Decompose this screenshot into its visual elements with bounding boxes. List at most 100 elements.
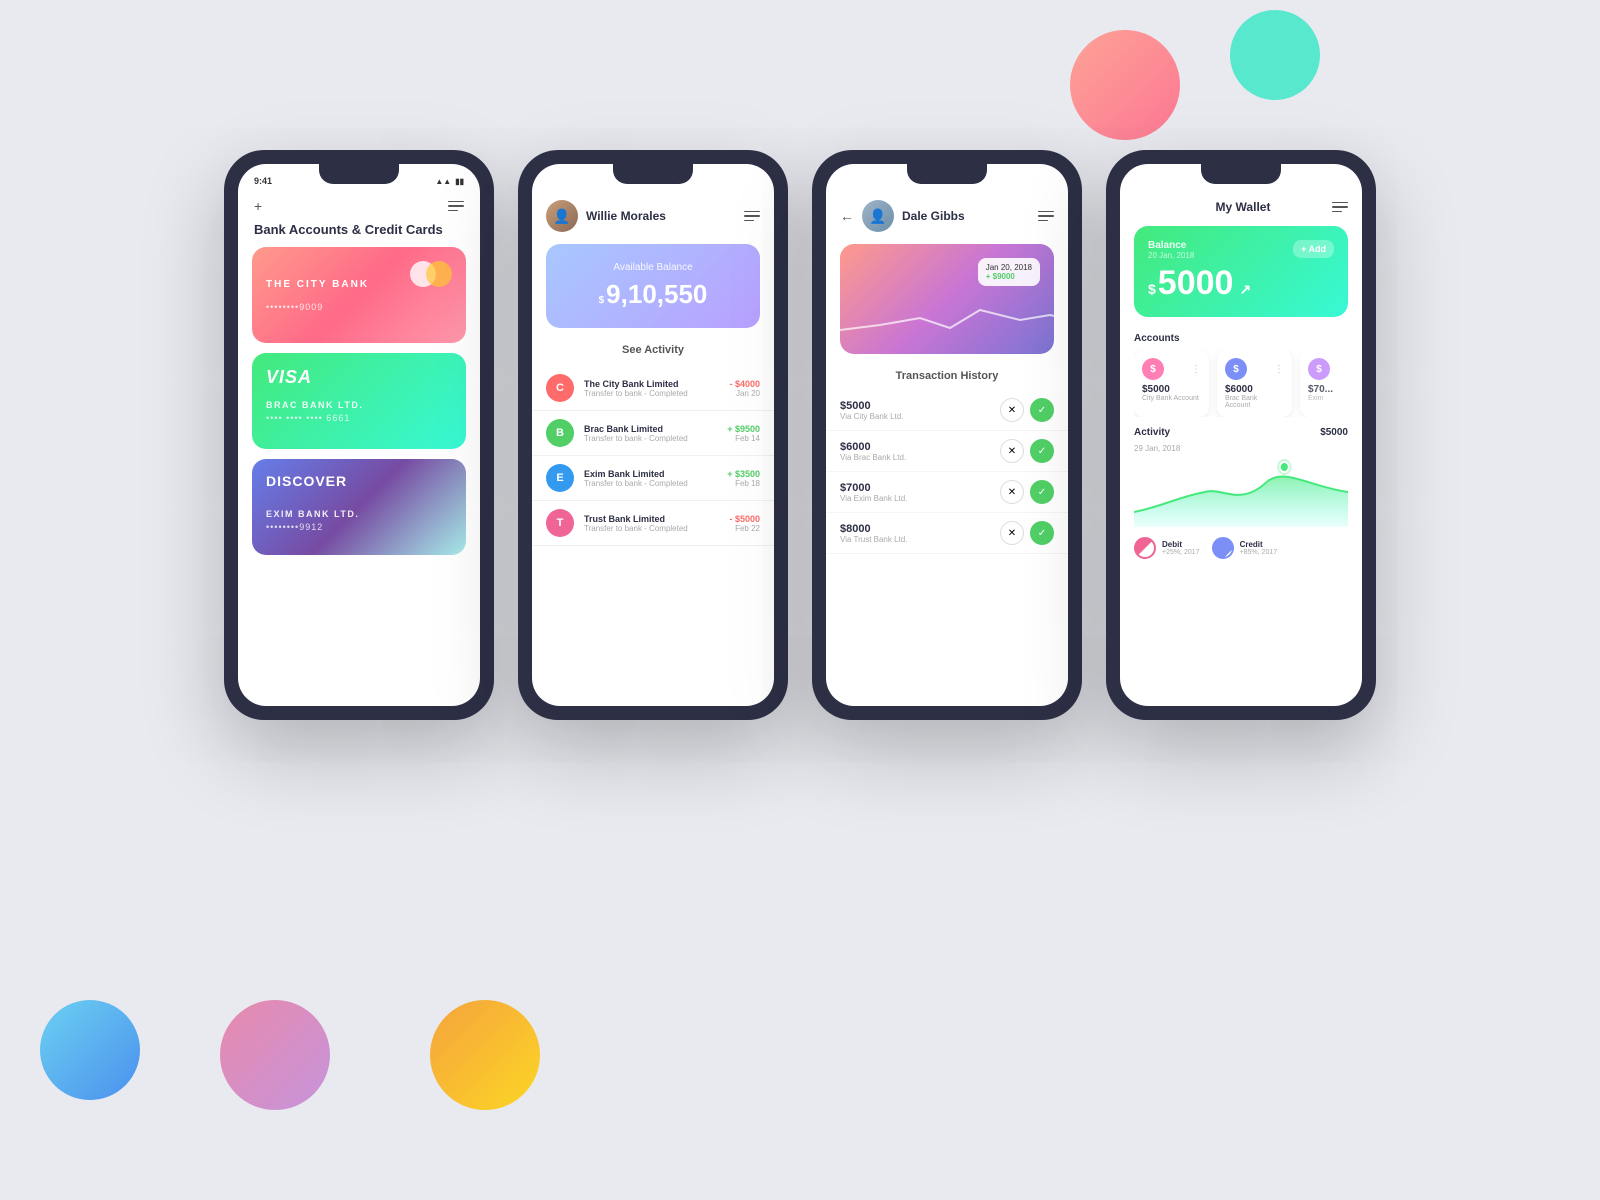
t-amount-city: - $4000 Jan 20 [729, 379, 760, 398]
tx-reject-1[interactable]: ✕ [1000, 398, 1024, 422]
mastercard-logo [410, 261, 452, 287]
activity-title: Activity [1134, 427, 1180, 438]
tooltip-amount: + $9000 [986, 272, 1032, 281]
transaction-item-trust[interactable]: T Trust Bank Limited Transfer to bank - … [532, 501, 774, 546]
avatar-dale: 👤 [862, 200, 894, 232]
deco-circle-blue [40, 1000, 140, 1100]
t-info-brac: Brac Bank Limited Transfer to bank - Com… [584, 424, 717, 443]
t-name-city: The City Bank Limited [584, 379, 719, 389]
balance-card: Available Balance $ 9,10,550 [546, 244, 760, 328]
phone-4-notch [1201, 164, 1281, 184]
account-card-exim[interactable]: $ $70... Exim [1300, 350, 1348, 417]
tx-reject-2[interactable]: ✕ [1000, 439, 1024, 463]
p3-menu-line-2 [1038, 215, 1054, 217]
accounts-section: Accounts $ ⋮ $5000 City Bank Account $ [1120, 327, 1362, 421]
user-name-willie: Willie Morales [586, 209, 666, 223]
card-brac-bank[interactable]: VISA BRAC BANK LTD. •••• •••• •••• 6661 [252, 353, 466, 449]
debit-circle [1134, 537, 1156, 559]
activity-header: Activity 29 Jan, 2018 $5000 [1134, 427, 1348, 453]
card-city-bank-number: ••••••••9009 [266, 302, 452, 312]
wallet-currency: $ [1148, 281, 1156, 297]
p3-menu-line-3 [1038, 220, 1048, 222]
t-amount-exim: + $3500 Feb 18 [727, 469, 760, 488]
balance-amount: 9,10,550 [606, 279, 707, 310]
phone-2-screen: 👤 Willie Morales Available Balance $ 9,1… [532, 164, 774, 706]
phone-3-header: ← 👤 Dale Gibbs [826, 192, 1068, 240]
acc-amount-city: $5000 [1142, 384, 1201, 395]
p4-menu-line-2 [1332, 206, 1348, 208]
visa-logo: VISA [266, 367, 452, 388]
back-button[interactable]: ← [840, 208, 854, 224]
transaction-item-brac[interactable]: B Brac Bank Limited Transfer to bank - C… [532, 411, 774, 456]
activity-amount: $5000 [1320, 427, 1348, 453]
credit-item: Credit +85%, 2017 [1212, 537, 1278, 559]
t-info-city: The City Bank Limited Transfer to bank -… [584, 379, 719, 398]
acc-icon-row-brac: $ ⋮ [1225, 358, 1284, 380]
add-icon[interactable]: + [254, 198, 262, 214]
phone-3-menu-icon[interactable] [1038, 211, 1054, 222]
t-icon-c: C [546, 374, 574, 402]
acc-more-brac[interactable]: ⋮ [1274, 364, 1284, 375]
tx-bank-3: Via Exim Bank Ltd. [840, 494, 1000, 503]
menu-icon[interactable] [448, 201, 464, 212]
card-city-bank[interactable]: THE CITY BANK ••••••••9009 [252, 247, 466, 343]
account-card-brac[interactable]: $ ⋮ $6000 Brac Bank Account [1217, 350, 1292, 417]
tx-approve-3[interactable]: ✓ [1030, 480, 1054, 504]
card-exim-bank-number: ••••••••9912 [266, 522, 452, 532]
card-exim-bank-name: EXIM BANK LTD. [266, 509, 452, 519]
tx-actions-3: ✕ ✓ [1000, 480, 1054, 504]
avatar-willie: 👤 [546, 200, 578, 232]
transaction-item-city[interactable]: C The City Bank Limited Transfer to bank… [532, 366, 774, 411]
credit-circle [1212, 537, 1234, 559]
trend-up-icon: ↗ [1239, 281, 1251, 298]
t-icon-b: B [546, 419, 574, 447]
t-sub-exim: Transfer to bank - Completed [584, 479, 717, 488]
p4-menu-line-1 [1332, 202, 1348, 204]
wallet-amount-val: 5000 [1158, 264, 1234, 303]
phone-2-menu-icon[interactable] [744, 211, 760, 222]
t-amount-city-val: - $4000 [729, 379, 760, 389]
tx-amount-4: $8000 [840, 523, 1000, 535]
phone-4-menu-icon[interactable] [1332, 202, 1348, 213]
t-amount-trust-val: - $5000 [729, 514, 760, 524]
tx-bank-4: Via Trust Bank Ltd. [840, 535, 1000, 544]
acc-more-city[interactable]: ⋮ [1191, 364, 1201, 375]
wifi-icon: ▲▲ [435, 177, 451, 186]
t-info-exim: Exim Bank Limited Transfer to bank - Com… [584, 469, 717, 488]
phone-3-user-info: ← 👤 Dale Gibbs [840, 200, 965, 232]
p2-menu-line-1 [744, 211, 760, 213]
p3-menu-line-1 [1038, 211, 1054, 213]
transaction-item-exim[interactable]: E Exim Bank Limited Transfer to bank - C… [532, 456, 774, 501]
acc-name-brac: Brac Bank Account [1225, 395, 1284, 409]
t-date-city: Jan 20 [729, 389, 760, 398]
see-activity-link[interactable]: See Activity [532, 340, 774, 366]
card-exim-bank[interactable]: DISCOVER EXIM BANK LTD. ••••••••9912 [252, 459, 466, 555]
tx-approve-4[interactable]: ✓ [1030, 521, 1054, 545]
chart-peak-dot [1281, 463, 1288, 471]
tx-amount-2: $6000 [840, 441, 1000, 453]
tx-approve-2[interactable]: ✓ [1030, 439, 1054, 463]
tx-info-3: $7000 Via Exim Bank Ltd. [840, 482, 1000, 503]
acc-icon-exim: $ [1308, 358, 1330, 380]
phone-2-notch [613, 164, 693, 184]
tx-actions-4: ✕ ✓ [1000, 521, 1054, 545]
t-amount-exim-val: + $3500 [727, 469, 760, 479]
phones-container: 9:41 ▲▲ ▮▮ + Bank Accounts & Credit Card… [224, 150, 1376, 720]
wallet-add-button[interactable]: + Add [1293, 240, 1334, 258]
chart-tooltip: Jan 20, 2018 + $9000 [978, 258, 1040, 286]
credit-labels: Credit +85%, 2017 [1240, 540, 1278, 556]
phone-2-header: 👤 Willie Morales [532, 192, 774, 240]
tx-history-title: Transaction History [826, 366, 1068, 390]
account-card-city[interactable]: $ ⋮ $5000 City Bank Account [1134, 350, 1209, 417]
transaction-list: C The City Bank Limited Transfer to bank… [532, 366, 774, 546]
tx-approve-1[interactable]: ✓ [1030, 398, 1054, 422]
t-icon-t: T [546, 509, 574, 537]
card-brac-bank-name: BRAC BANK LTD. [266, 400, 452, 410]
t-amount-brac: + $9500 Feb 14 [727, 424, 760, 443]
balance-display: $ 9,10,550 [564, 279, 742, 310]
phone-1-header: + [238, 192, 480, 222]
tx-reject-4[interactable]: ✕ [1000, 521, 1024, 545]
p2-menu-line-2 [744, 215, 760, 217]
tx-reject-3[interactable]: ✕ [1000, 480, 1024, 504]
user-name-dale: Dale Gibbs [902, 209, 965, 223]
